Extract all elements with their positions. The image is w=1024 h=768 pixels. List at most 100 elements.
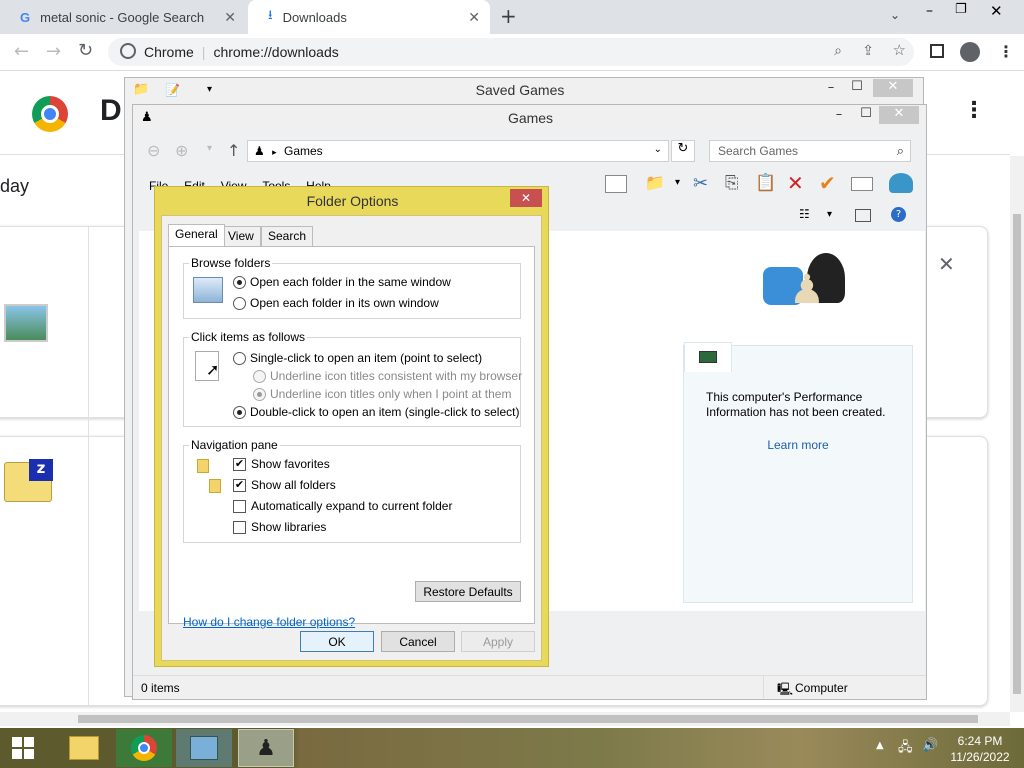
restore-icon[interactable]: ❐: [955, 2, 967, 17]
layout-icon[interactable]: [605, 175, 627, 193]
radio-same-window[interactable]: Open each folder in the same window: [233, 275, 451, 289]
checkbox-show-favorites[interactable]: ✔ Show favorites: [233, 457, 330, 471]
refresh-icon[interactable]: ↻: [671, 140, 695, 162]
checkbox-show-all-folders[interactable]: ✔ Show all folders: [233, 478, 336, 492]
checkbox[interactable]: ✔: [233, 457, 246, 471]
forward-icon[interactable]: ⊕: [175, 141, 188, 160]
breadcrumb-games[interactable]: Games: [284, 144, 323, 158]
remove-download-icon[interactable]: ✕: [938, 252, 955, 276]
radio-own-window[interactable]: Open each folder in its own window: [233, 296, 439, 310]
taskbar-games[interactable]: ♟: [238, 729, 294, 767]
restore-defaults-button[interactable]: Restore Defaults: [415, 581, 521, 602]
address-bar[interactable]: Chrome | chrome://downloads ⌕ ⇪ ☆: [108, 38, 914, 66]
tab-general[interactable]: General: [168, 224, 225, 246]
taskbar-chrome[interactable]: [116, 729, 172, 767]
maximize-icon[interactable]: ☐: [843, 79, 871, 94]
checkbox-auto-expand[interactable]: Automatically expand to current folder: [233, 499, 452, 513]
taskbar-clock[interactable]: 6:24 PM 11/26/2022: [944, 733, 1016, 765]
ok-button[interactable]: OK: [300, 631, 374, 652]
minimize-icon[interactable]: –: [817, 80, 845, 95]
side-panel-icon[interactable]: [930, 44, 944, 58]
chevron-down-icon[interactable]: ▾: [827, 209, 832, 220]
close-icon[interactable]: ✕: [873, 79, 913, 97]
reload-icon[interactable]: ↻: [78, 40, 93, 61]
rename-icon[interactable]: [851, 177, 873, 191]
scrollbar-thumb[interactable]: [1013, 214, 1021, 694]
radio-button[interactable]: [233, 296, 246, 310]
search-input[interactable]: Search Games ⌕: [709, 140, 911, 162]
cancel-button[interactable]: Cancel: [381, 631, 455, 652]
checkmark-icon[interactable]: ✔: [819, 171, 836, 195]
folder-options-dialog[interactable]: Folder Options ✕ General View Search Bro…: [154, 186, 549, 667]
preview-pane-icon[interactable]: [855, 209, 871, 222]
up-icon[interactable]: ↑: [227, 141, 240, 160]
profile-avatar[interactable]: [960, 42, 980, 62]
new-folder-icon[interactable]: 📁: [645, 173, 665, 192]
radio-single-click[interactable]: Single-click to open an item (point to s…: [233, 351, 482, 365]
network-globe-icon[interactable]: [889, 173, 913, 193]
close-icon[interactable]: ✕: [510, 189, 542, 207]
checkbox[interactable]: [233, 520, 246, 534]
radio-double-click[interactable]: Double-click to open an item (single-cli…: [233, 405, 519, 419]
delete-icon[interactable]: ✕: [787, 171, 804, 195]
tab-google-search[interactable]: G metal sonic - Google Search ✕: [0, 0, 246, 34]
taskbar-file-explorer[interactable]: [56, 729, 112, 767]
option-label: Underline icon titles consistent with my…: [270, 369, 523, 383]
radio-button[interactable]: [233, 405, 246, 419]
radio-underline-point[interactable]: Underline icon titles only when I point …: [253, 387, 511, 401]
show-hidden-icons[interactable]: ▲: [876, 740, 884, 751]
checkbox[interactable]: ✔: [233, 478, 246, 492]
close-icon[interactable]: ✕: [879, 106, 919, 124]
chevron-down-icon[interactable]: ▾: [675, 177, 680, 188]
search-icon[interactable]: ⌕: [897, 143, 904, 159]
details-tab[interactable]: [684, 342, 732, 372]
horizontal-scrollbar[interactable]: [0, 712, 1010, 726]
date-heading: day: [0, 176, 30, 196]
scrollbar-thumb[interactable]: [78, 715, 978, 723]
learn-more-link[interactable]: Learn more: [684, 438, 912, 452]
taskbar-control-panel[interactable]: [176, 729, 232, 767]
tab-view[interactable]: View: [221, 226, 261, 246]
page-menu-icon[interactable]: ⋮: [963, 98, 985, 123]
address-breadcrumb[interactable]: ♟ ▸ Games ⌄: [247, 140, 669, 162]
close-window-icon[interactable]: ✕: [990, 2, 1003, 20]
games-puzzle-icon: ♟: [763, 245, 853, 325]
copy-icon[interactable]: ⎘: [725, 173, 739, 193]
minimize-icon[interactable]: –: [825, 107, 853, 122]
forward-icon[interactable]: →: [46, 41, 61, 62]
back-icon[interactable]: ⊖: [147, 141, 160, 160]
tab-downloads[interactable]: ⭳ Downloads ✕: [248, 0, 490, 34]
vertical-scrollbar[interactable]: [1010, 156, 1024, 712]
volume-icon[interactable]: 🔊: [922, 738, 938, 753]
paste-icon[interactable]: 📋: [755, 173, 776, 193]
recent-dropdown-icon[interactable]: ▾: [207, 143, 212, 154]
tab-search[interactable]: Search: [261, 226, 314, 246]
back-icon[interactable]: ←: [14, 41, 29, 62]
share-icon[interactable]: ⇪: [862, 42, 874, 59]
close-tab-icon[interactable]: ✕: [468, 9, 480, 26]
help-icon[interactable]: ?: [891, 207, 906, 222]
tab-search-icon[interactable]: ⌄: [890, 8, 900, 22]
chevron-down-icon[interactable]: ⌄: [654, 144, 662, 155]
bookmark-star-icon[interactable]: ☆: [893, 41, 906, 59]
zoom-icon[interactable]: ⌕: [834, 42, 842, 59]
help-link[interactable]: How do I change folder options?: [183, 615, 355, 629]
checkbox[interactable]: [233, 499, 246, 513]
network-icon[interactable]: 🖧: [898, 738, 913, 760]
radio-underline-browser[interactable]: Underline icon titles consistent with my…: [253, 369, 522, 383]
radio-button[interactable]: [233, 351, 246, 365]
maximize-icon[interactable]: ☐: [852, 106, 880, 121]
chrome-menu-icon[interactable]: ⋮: [998, 42, 1014, 61]
radio-button[interactable]: [253, 369, 266, 383]
radio-button[interactable]: [253, 387, 266, 401]
close-tab-icon[interactable]: ✕: [224, 9, 236, 26]
google-icon: G: [20, 9, 31, 25]
cut-icon[interactable]: ✂: [693, 173, 708, 194]
new-tab-button[interactable]: +: [500, 4, 517, 28]
radio-button[interactable]: [233, 275, 246, 289]
apply-button[interactable]: Apply: [461, 631, 535, 652]
checkbox-show-libraries[interactable]: Show libraries: [233, 520, 326, 534]
view-options-icon[interactable]: ☷: [799, 207, 810, 221]
minimize-icon[interactable]: –: [926, 3, 933, 19]
start-button[interactable]: [0, 729, 46, 767]
